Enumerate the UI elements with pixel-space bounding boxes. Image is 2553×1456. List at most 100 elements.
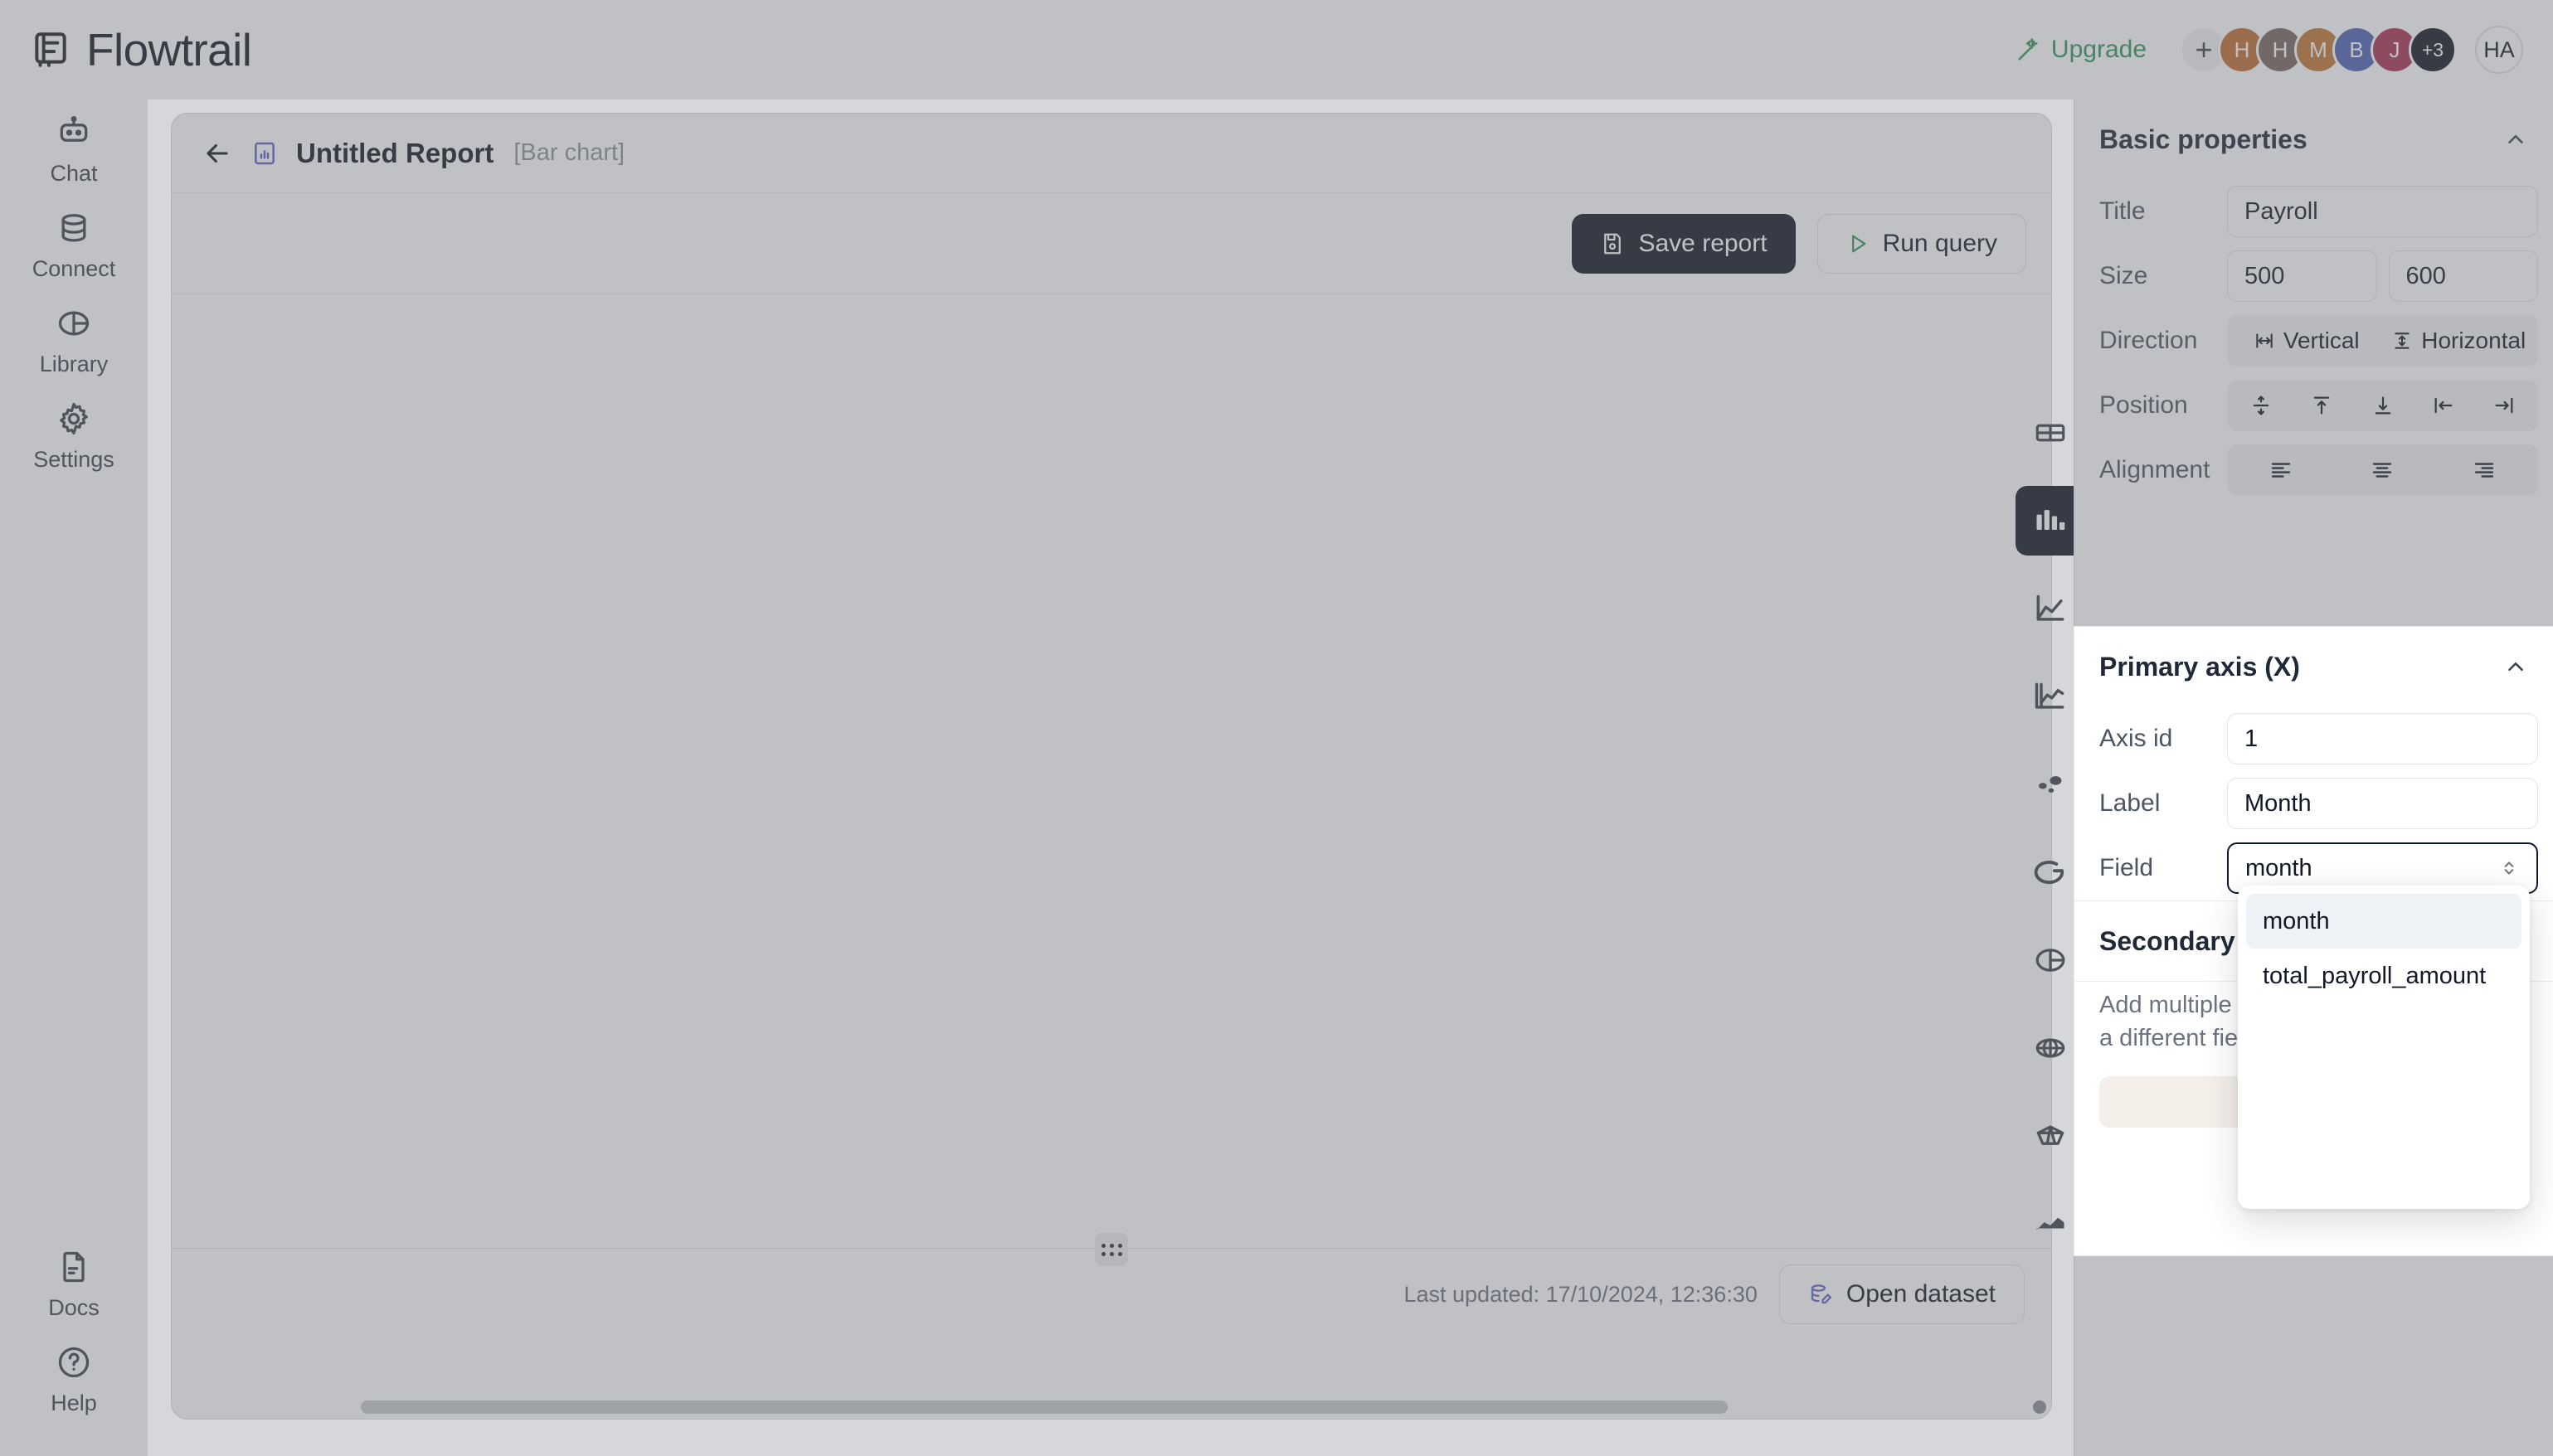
alignment-row: Alignment — [2074, 438, 2553, 502]
position-row: Position — [2074, 373, 2553, 438]
vertical-scrollbar-thumb[interactable] — [2033, 1400, 2046, 1414]
primary-axis-title: Primary axis (X) — [2099, 651, 2300, 682]
direction-vertical-label: Vertical — [2283, 328, 2360, 353]
align-center-vertical-icon[interactable] — [2230, 383, 2291, 428]
upgrade-label: Upgrade — [2050, 36, 2147, 63]
axis-id-label: Axis id — [2099, 725, 2173, 752]
sidebar-item-settings[interactable]: Settings — [0, 386, 148, 481]
vertical-arrows-icon — [2391, 330, 2413, 352]
horizontal-scrollbar-thumb[interactable] — [361, 1400, 1728, 1414]
align-right-icon[interactable] — [2474, 383, 2535, 428]
sidebar-item-label: Chat — [50, 161, 98, 186]
pie-chart-icon — [56, 305, 92, 342]
size-row: Size 500 600 — [2074, 244, 2553, 308]
axis-label-input[interactable]: Month — [2227, 778, 2538, 829]
avatar-group: + H H M B J +3 HA — [2180, 26, 2523, 74]
size-label: Size — [2099, 262, 2148, 289]
align-top-icon[interactable] — [2291, 383, 2351, 428]
basic-properties-title: Basic properties — [2099, 124, 2307, 154]
upgrade-button[interactable]: Upgrade — [2016, 36, 2147, 64]
alignment-label: Alignment — [2099, 456, 2210, 483]
axis-label-row: Label Month — [2074, 771, 2553, 836]
save-report-button[interactable]: Save report — [1572, 213, 1796, 274]
position-segmented-control — [2227, 380, 2538, 431]
sidebar-item-label: Library — [39, 352, 109, 376]
direction-vertical-option[interactable]: Vertical — [2230, 318, 2383, 363]
question-circle-icon — [56, 1344, 92, 1381]
chevron-up-icon[interactable] — [2503, 127, 2528, 152]
title-input[interactable]: Payroll — [2227, 186, 2538, 237]
text-align-left-icon[interactable] — [2230, 448, 2332, 493]
horizontal-scrollbar[interactable] — [172, 1400, 2051, 1414]
position-label: Position — [2099, 391, 2188, 419]
left-sidebar: Chat Connect Library Settings Docs Help — [0, 99, 148, 1456]
top-bar: Flowtrail Upgrade + H H M B J +3 HA — [0, 0, 2553, 99]
sidebar-item-help[interactable]: Help — [0, 1329, 148, 1456]
axis-id-input[interactable]: 1 — [2227, 713, 2538, 764]
text-align-right-icon[interactable] — [2434, 448, 2535, 493]
magic-wand-icon — [2016, 37, 2041, 62]
bar-chart-icon — [251, 140, 278, 167]
primary-axis-header[interactable]: Primary axis (X) — [2074, 627, 2553, 706]
chart-canvas[interactable] — [172, 294, 2051, 1266]
sidebar-item-docs[interactable]: Docs — [0, 1234, 148, 1329]
flowtrail-logo-icon — [30, 29, 71, 70]
dropdown-option-total-payroll-amount[interactable]: total_payroll_amount — [2246, 949, 2521, 1003]
brand[interactable]: Flowtrail — [30, 23, 252, 76]
axis-field-label: Field — [2099, 854, 2154, 881]
horizontal-arrows-icon — [2254, 330, 2275, 352]
report-toolbar: Save report Run query — [172, 193, 2051, 294]
open-dataset-button[interactable]: Open dataset — [1778, 1264, 2025, 1324]
sidebar-item-label: Help — [51, 1390, 97, 1415]
report-card: Untitled Report [Bar chart] Save report — [171, 113, 2052, 1420]
basic-properties-header[interactable]: Basic properties — [2074, 99, 2553, 179]
play-triangle-icon — [1846, 232, 1870, 255]
direction-label: Direction — [2099, 327, 2198, 354]
floppy-disk-icon — [1600, 231, 1625, 256]
size-width-input[interactable]: 500 — [2227, 250, 2377, 302]
axis-id-row: Axis id 1 — [2074, 706, 2553, 771]
open-dataset-label: Open dataset — [1845, 1280, 1996, 1308]
dropdown-option-month[interactable]: month — [2246, 894, 2521, 949]
chevron-up-icon[interactable] — [2503, 654, 2528, 679]
direction-horizontal-label: Horizontal — [2421, 328, 2526, 353]
robot-icon — [56, 114, 92, 151]
top-bar-right: Upgrade + H H M B J +3 HA — [2016, 26, 2523, 74]
run-query-button[interactable]: Run query — [1816, 213, 2026, 274]
field-dropdown-menu: month total_payroll_amount — [2238, 886, 2530, 1209]
sidebar-item-label: Settings — [33, 447, 114, 472]
align-bottom-icon[interactable] — [2352, 383, 2413, 428]
page-title: Untitled Report — [296, 137, 494, 168]
direction-horizontal-option[interactable]: Horizontal — [2383, 318, 2536, 363]
save-report-label: Save report — [1638, 229, 1768, 257]
sidebar-item-label: Docs — [48, 1295, 100, 1320]
chevron-up-down-icon — [2498, 857, 2520, 879]
document-icon — [56, 1249, 92, 1285]
gear-icon — [56, 400, 92, 437]
title-row: Title Payroll — [2074, 179, 2553, 244]
current-user-avatar[interactable]: HA — [2475, 26, 2523, 74]
sidebar-item-chat[interactable]: Chat — [0, 99, 148, 195]
axis-label-label: Label — [2099, 789, 2161, 817]
arrow-left-icon[interactable] — [202, 138, 233, 169]
report-header: Untitled Report [Bar chart] — [172, 114, 2051, 193]
last-updated-text: Last updated: 17/10/2024, 12:36:30 — [1403, 1281, 1758, 1307]
text-align-center-icon[interactable] — [2332, 448, 2433, 493]
drag-dots-icon[interactable] — [1095, 1233, 1128, 1266]
app-root: Flowtrail Upgrade + H H M B J +3 HA Chat… — [0, 0, 2553, 1456]
align-left-icon[interactable] — [2413, 383, 2473, 428]
direction-segmented-control: Vertical Horizontal — [2227, 315, 2538, 366]
alignment-segmented-control — [2227, 444, 2538, 496]
database-icon — [56, 210, 92, 246]
title-label: Title — [2099, 197, 2146, 225]
avatar-overflow-count[interactable]: +3 — [2409, 26, 2457, 74]
database-edit-icon — [1808, 1282, 1833, 1307]
direction-row: Direction Vertical Horizontal — [2074, 308, 2553, 373]
sidebar-item-library[interactable]: Library — [0, 290, 148, 386]
size-height-input[interactable]: 600 — [2388, 250, 2538, 302]
run-query-label: Run query — [1882, 229, 1997, 257]
report-type-label: [Bar chart] — [513, 139, 625, 166]
brand-name: Flowtrail — [86, 24, 252, 75]
sidebar-item-connect[interactable]: Connect — [0, 195, 148, 290]
axis-field-value: month — [2245, 854, 2312, 881]
